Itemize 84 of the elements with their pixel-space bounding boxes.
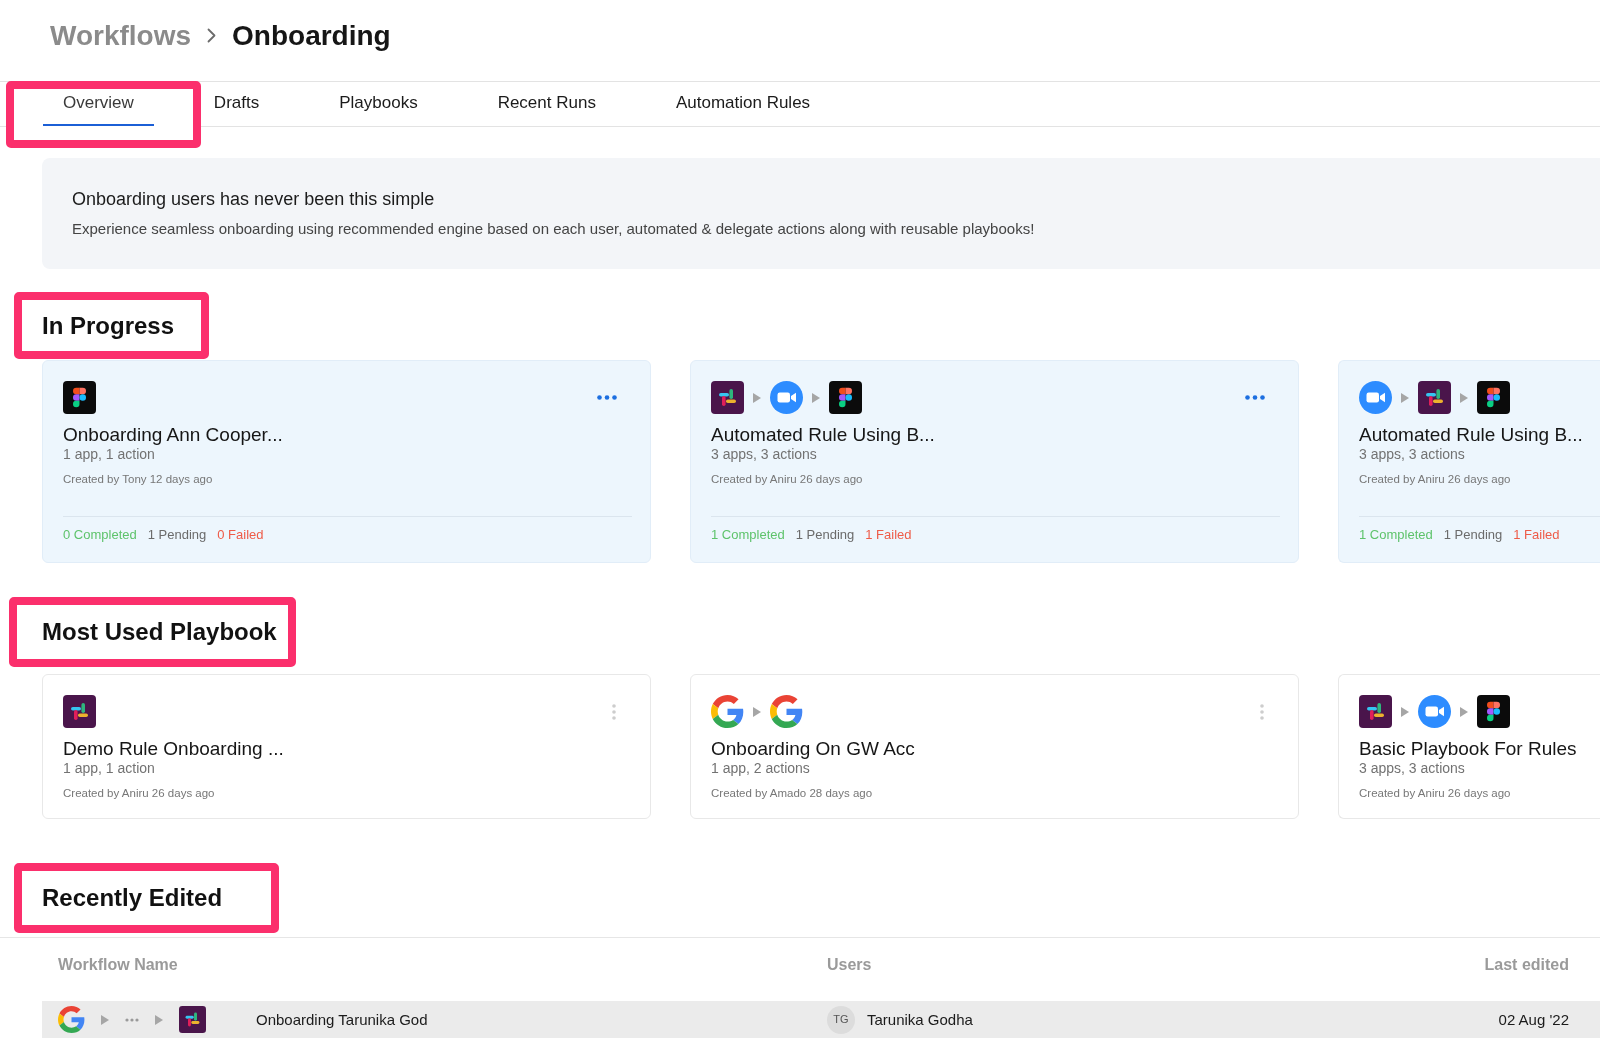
chevron-right-icon: [207, 28, 217, 43]
triangle-arrow-icon: [812, 392, 820, 403]
card-title: Basic Playbook For Rules: [1359, 738, 1578, 760]
zoom-logo-icon: [770, 381, 803, 414]
card-meta: Created by Tony 12 days ago: [63, 472, 214, 487]
dots-icon: [125, 1017, 139, 1022]
workflow-card[interactable]: Automated Rule Using B... 3 apps, 3 actions Created by Aniru 26 days ago 1 Completed 1 Pending 1 Failed: [690, 360, 1299, 563]
workflow-card[interactable]: Onboarding Ann Cooper... 1 app, 1 action Created by Tony 12 days ago 0 Completed 1 Pending 0 Failed: [42, 360, 651, 563]
slack-logo-icon: [1418, 381, 1451, 414]
status-count: 0 Failed: [217, 526, 264, 544]
tab[interactable]: Overview: [43, 82, 154, 126]
triangle-arrow-icon: [1401, 392, 1409, 403]
ellipsis-icon: [1245, 395, 1265, 400]
card-summary: 3 apps, 3 actions: [1359, 760, 1466, 777]
column-header: Workflow Name: [58, 955, 179, 975]
slack-logo-icon: [63, 695, 96, 728]
tab[interactable]: Recent Runs: [477, 82, 616, 126]
more-button[interactable]: [1245, 395, 1265, 400]
section-heading: Most Used Playbook: [42, 617, 277, 647]
vertical-dots-icon: [1260, 703, 1264, 720]
banner-text: Experience seamless onboarding using recommended engine based on each user, automated & delegate actions along with reusable playbooks!: [72, 219, 1036, 239]
zoom-logo-icon: [1418, 695, 1451, 728]
status-count: 1 Pending: [147, 526, 207, 544]
figma-logo-icon: [1477, 381, 1510, 414]
triangle-arrow-icon: [1460, 706, 1468, 717]
triangle-arrow-icon: [101, 1014, 109, 1025]
figma-logo-icon: [829, 381, 862, 414]
card-title: Onboarding On GW Acc: [711, 738, 916, 760]
card-summary: 1 app, 2 actions: [711, 760, 811, 777]
figma-logo-icon: [63, 381, 96, 414]
section-heading: Recently Edited: [42, 883, 223, 913]
google-logo-icon: [711, 695, 744, 728]
card-summary: 1 app, 1 action: [63, 446, 156, 463]
card-meta: Created by Aniru 26 days ago: [1359, 472, 1512, 487]
status-count: 1 Failed: [865, 526, 912, 544]
ellipsis-icon: [597, 395, 617, 400]
card-summary: 3 apps, 3 actions: [1359, 446, 1466, 463]
vertical-dots-icon: [612, 703, 616, 720]
avatar: TG: [827, 1005, 855, 1034]
figma-logo-icon: [1477, 695, 1510, 728]
card-title: Automated Rule Using B...: [1359, 424, 1584, 446]
google-logo-icon: [58, 1006, 85, 1033]
card-summary: 1 app, 1 action: [63, 760, 156, 777]
status-count: 0 Completed: [63, 526, 137, 544]
card-title: Automated Rule Using B...: [711, 424, 936, 446]
workflow-card[interactable]: Demo Rule Onboarding ... 1 app, 1 action Created by Aniru 26 days ago: [42, 674, 651, 819]
card-title: Onboarding Ann Cooper...: [63, 424, 284, 446]
workflow-card[interactable]: Basic Playbook For Rules 3 apps, 3 actions Created by Aniru 26 days ago: [1338, 674, 1600, 819]
breadcrumb-current: Onboarding: [232, 18, 391, 53]
column-header: Last edited: [1484, 955, 1569, 975]
card-meta: Created by Aniru 26 days ago: [711, 472, 864, 487]
card-title: Demo Rule Onboarding ...: [63, 738, 285, 760]
status-count: 1 Pending: [1443, 526, 1503, 544]
table-cell: 02 Aug '22: [1498, 1009, 1569, 1030]
workflow-card[interactable]: Onboarding On GW Acc 1 app, 2 actions Created by Amado 28 days ago: [690, 674, 1299, 819]
triangle-arrow-icon: [1401, 706, 1409, 717]
column-header: Users: [827, 955, 873, 975]
status-count: 1 Failed: [1513, 526, 1560, 544]
banner-title: Onboarding users has never been this simple: [72, 188, 436, 211]
user-name: Tarunika Godha: [867, 1009, 973, 1030]
workflow-name: Onboarding Tarunika God: [256, 1009, 428, 1030]
triangle-arrow-icon: [753, 392, 761, 403]
workflow-card[interactable]: Automated Rule Using B... 3 apps, 3 actions Created by Aniru 26 days ago 1 Completed 1 Pending 1 Failed: [1338, 360, 1600, 563]
status-count: 1 Completed: [1359, 526, 1433, 544]
tab[interactable]: Automation Rules: [655, 82, 831, 126]
triangle-arrow-icon: [753, 706, 761, 717]
triangle-arrow-icon: [1460, 392, 1468, 403]
section-heading: In Progress: [42, 310, 175, 341]
card-meta: Created by Amado 28 days ago: [711, 786, 874, 801]
google-logo-icon: [770, 695, 803, 728]
tab[interactable]: Playbooks: [319, 82, 438, 126]
tab[interactable]: Drafts: [193, 82, 280, 126]
zoom-logo-icon: [1359, 381, 1392, 414]
table-row[interactable]: Onboarding Tarunika God TG Tarunika Godha 02 Aug '22: [42, 1001, 1600, 1038]
triangle-arrow-icon: [155, 1014, 163, 1025]
slack-logo-icon: [711, 381, 744, 414]
card-meta: Created by Aniru 26 days ago: [1359, 786, 1512, 801]
status-count: 1 Completed: [711, 526, 785, 544]
more-button[interactable]: [597, 395, 617, 400]
card-meta: Created by Aniru 26 days ago: [63, 786, 216, 801]
slack-logo-icon: [1359, 695, 1392, 728]
card-summary: 3 apps, 3 actions: [711, 446, 818, 463]
status-count: 1 Pending: [795, 526, 855, 544]
slack-logo-icon: [179, 1006, 206, 1033]
